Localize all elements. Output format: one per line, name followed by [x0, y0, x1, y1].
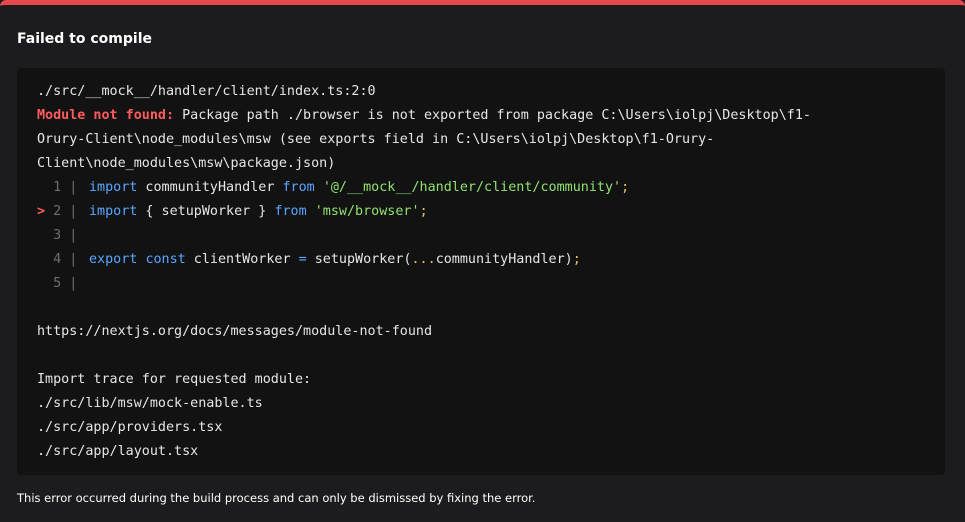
- punctuation-token: ;: [621, 180, 630, 195]
- error-message-line: Client\node_modules\msw\package.json): [37, 156, 336, 171]
- operator-token: =: [298, 252, 307, 267]
- import-trace-item: ./src/lib/msw/mock-enable.ts: [37, 396, 263, 411]
- gutter-pipe: |: [69, 276, 78, 291]
- gutter-pipe: |: [69, 180, 78, 195]
- keyword-token: const: [145, 252, 186, 267]
- gutter-pipe: |: [69, 204, 78, 219]
- keyword-token: from: [282, 180, 315, 195]
- line-marker: >: [37, 204, 46, 219]
- identifier-token: { setupWorker }: [137, 204, 275, 219]
- identifier-token: clientWorker: [185, 252, 299, 267]
- dialog-title: Failed to compile: [17, 31, 152, 47]
- error-code-frame: ./src/__mock__/handler/client/index.ts:2…: [17, 68, 945, 475]
- error-message-text: Package path ./browser is not exported f…: [174, 108, 811, 123]
- gutter-pipe: |: [69, 228, 78, 243]
- line-gutter: > 2 |: [37, 200, 89, 224]
- docs-link[interactable]: https://nextjs.org/docs/messages/module-…: [37, 320, 925, 344]
- code-line: 5 |: [37, 272, 925, 296]
- string-token: '@/__mock__/handler/client/community': [322, 180, 622, 195]
- line-number: 3: [53, 228, 62, 243]
- line-gutter: 1 |: [37, 176, 89, 200]
- line-number: 2: [53, 204, 62, 219]
- keyword-token: export: [89, 252, 138, 267]
- dialog-footer-note: This error occurred during the build pro…: [17, 491, 536, 505]
- code-line: 4 | export const clientWorker = setupWork…: [37, 248, 925, 272]
- build-error-overlay: Failed to compile ./src/__mock__/handler…: [0, 0, 965, 522]
- error-message-line: Module not found: Package path ./browser…: [37, 104, 925, 128]
- line-gutter: 3 |: [37, 224, 89, 248]
- code-line: 1 | import communityHandler from '@/__moc…: [37, 176, 925, 200]
- error-label: Module not found:: [37, 108, 175, 123]
- line-gutter: 4 |: [37, 248, 89, 272]
- line-number: 5: [53, 276, 62, 291]
- error-file-path: ./src/__mock__/handler/client/index.ts:2…: [37, 84, 376, 99]
- error-message-line: Orury-Client\node_modules\msw (see expor…: [37, 132, 715, 147]
- spread-token: ...: [411, 252, 436, 267]
- gutter-pipe: |: [69, 252, 78, 267]
- punctuation-token: ;: [419, 204, 428, 219]
- punctuation-token: ;: [572, 252, 581, 267]
- keyword-token: import: [89, 204, 138, 219]
- argument-token: communityHandler): [435, 252, 573, 267]
- keyword-token: import: [89, 180, 138, 195]
- import-trace-header: Import trace for requested module:: [37, 372, 312, 387]
- code-line-highlighted: > 2 | import { setupWorker } from 'msw/br…: [37, 200, 925, 224]
- call-token: setupWorker(: [306, 252, 412, 267]
- keyword-token: from: [274, 204, 307, 219]
- import-trace-item: ./src/app/providers.tsx: [37, 420, 223, 435]
- import-trace-item: ./src/app/layout.tsx: [37, 444, 199, 459]
- line-number: 1: [53, 180, 62, 195]
- line-gutter: 5 |: [37, 272, 89, 296]
- code-line: 3 |: [37, 224, 925, 248]
- line-number: 4: [53, 252, 62, 267]
- identifier-token: communityHandler: [137, 180, 283, 195]
- string-token: 'msw/browser': [314, 204, 420, 219]
